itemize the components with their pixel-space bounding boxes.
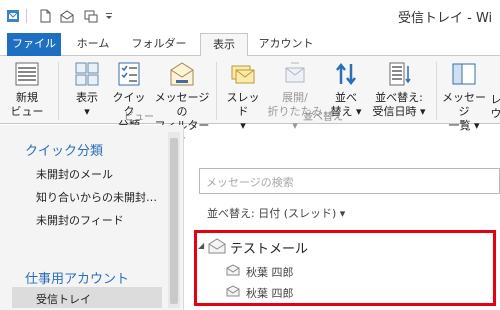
sort-list-icon	[389, 62, 411, 86]
sync-icon[interactable]	[84, 9, 98, 23]
thread-icon	[231, 65, 255, 84]
checklist-icon	[118, 62, 140, 86]
tab-home[interactable]: ホーム	[70, 33, 116, 56]
ribbon-separator	[436, 62, 437, 120]
expand-collapse-icon	[285, 62, 305, 83]
qat-separator	[26, 9, 27, 23]
quick-categories-heading[interactable]: クイック分類	[25, 140, 103, 159]
tab-folder[interactable]: フォルダー	[126, 33, 192, 56]
sort-by-received-button[interactable]: 並べ替え: 受信日時 ▾	[368, 60, 430, 119]
conversation-message-sender[interactable]: 秋葉 四郎	[246, 285, 294, 301]
folder-item-unread-from-contacts[interactable]: 知り合いからの未開封…	[36, 189, 157, 205]
search-placeholder: メッセージの検索	[206, 176, 294, 189]
folder-pane-scrollbar[interactable]	[168, 132, 180, 308]
group-label-sort: 並べ替え	[303, 112, 343, 123]
ribbon-separator	[216, 62, 217, 120]
conversation-subject[interactable]: テストメール	[230, 238, 308, 257]
open-envelope-icon	[226, 285, 240, 297]
sort-dropdown[interactable]: 並べ替え: 日付 (スレッド) ▾	[207, 205, 345, 221]
search-input[interactable]: メッセージの検索	[199, 168, 500, 194]
sort-dropdown-arrow: ▾	[339, 207, 346, 220]
ribbon: 新規 ビュー 表示 ▾ クイック 分類 メッセージの フィルター ▾ ビュー	[0, 56, 500, 146]
tab-view[interactable]: 表示	[200, 33, 248, 57]
view-settings-button[interactable]: 表示 ▾	[68, 60, 106, 119]
message-list-button[interactable]: メッセージ 一覧 ▾	[440, 60, 488, 133]
new-item-icon[interactable]	[38, 9, 52, 23]
ribbon-tabs: ファイル ホーム フォルダー 表示 アカウント	[0, 33, 500, 57]
title-bar: 受信トレイ - Wi	[0, 0, 500, 33]
outlook-app-icon[interactable]	[6, 9, 20, 23]
sort-arrows-icon	[336, 62, 356, 86]
cutoff-ribbon-button[interactable]: レ ウ	[490, 93, 500, 121]
group-label-view: ビュー	[124, 112, 154, 123]
collapse-toggle-icon[interactable]: ◢	[198, 241, 204, 250]
mail-filter-icon	[170, 62, 194, 86]
conversation-message-sender[interactable]: 秋葉 四郎	[246, 264, 294, 280]
view-settings-icon	[75, 62, 99, 86]
folder-item-unread-feeds[interactable]: 未開封のフィード	[36, 212, 124, 228]
send-receive-icon[interactable]	[60, 9, 74, 23]
thread-button[interactable]: スレッド ▾	[222, 60, 264, 133]
new-view-button[interactable]: 新規 ビュー	[8, 60, 46, 119]
tab-file[interactable]: ファイル	[7, 33, 61, 56]
tab-account[interactable]: アカウント	[254, 33, 318, 56]
open-envelope-icon	[226, 264, 240, 276]
open-envelope-icon	[208, 238, 226, 254]
folder-item-unread-mail[interactable]: 未開封のメール	[36, 166, 113, 182]
sort-label: 並べ替え: 日付 (スレッド)	[207, 207, 337, 220]
reading-pane-icon	[452, 63, 476, 85]
folder-item-inbox[interactable]: 受信トレイ	[36, 291, 91, 307]
scrollbar-thumb[interactable]	[170, 138, 178, 304]
account-heading[interactable]: 仕事用アカウント	[25, 268, 129, 287]
new-view-icon	[15, 62, 39, 86]
customize-arrow-icon[interactable]	[104, 9, 114, 23]
ribbon-separator	[58, 62, 59, 120]
window-title: 受信トレイ - Wi	[398, 11, 493, 26]
